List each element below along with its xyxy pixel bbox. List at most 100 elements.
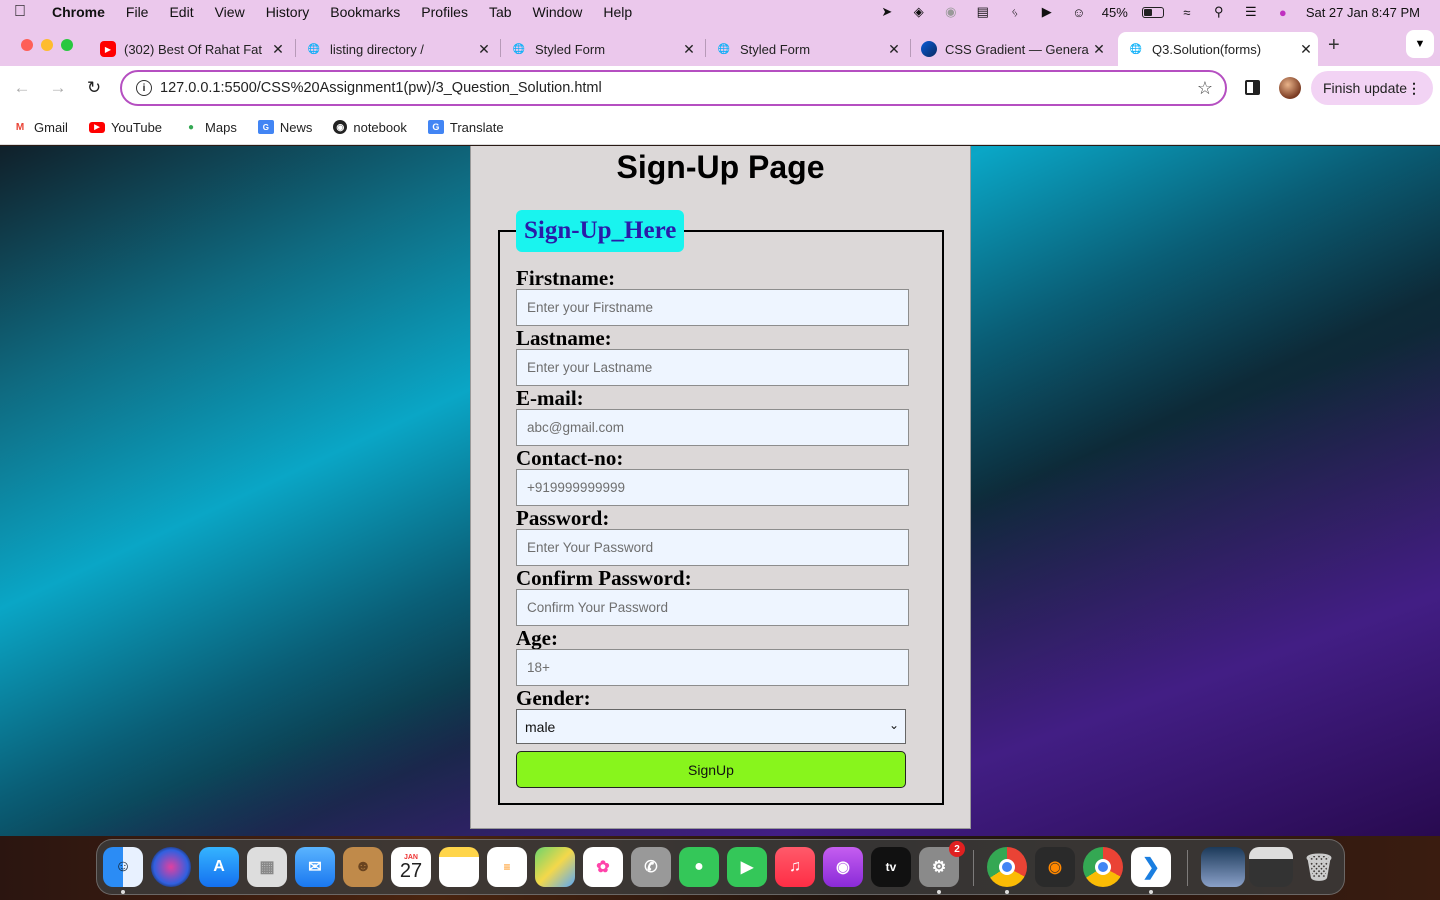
password-input[interactable] [516,529,909,566]
address-bar[interactable]: i 127.0.0.1:5500/CSS%20Assignment1(pw)/3… [120,70,1227,106]
messages-icon[interactable]: ● [679,847,719,887]
menu-help[interactable]: Help [603,4,632,20]
bluetooth-icon[interactable]: ᛃ [1006,5,1024,20]
blender-icon[interactable]: ◉ [1035,847,1075,887]
tab-listing-directory[interactable]: 🌐 listing directory / ✕ [296,32,496,66]
menu-profiles[interactable]: Profiles [421,4,468,20]
bookmark-gmail[interactable]: M Gmail [12,120,68,135]
music-icon[interactable]: ♫ [775,847,815,887]
zoom-window-button[interactable] [61,39,73,51]
siri-icon[interactable] [151,847,191,887]
bookmark-maps[interactable]: ● Maps [183,120,237,135]
close-window-button[interactable] [21,39,33,51]
contact-label: Contact-no: [516,446,624,470]
contact-input[interactable] [516,469,909,506]
back-arrow-icon[interactable]: ← [10,76,34,100]
tab-close-icon[interactable]: ✕ [681,41,697,58]
profile-avatar[interactable] [1279,77,1301,99]
tab-close-icon[interactable]: ✕ [1091,41,1107,58]
gender-selected-value: male [525,718,556,735]
dock-divider [1187,850,1188,886]
tab-title: (302) Best Of Rahat Fat [124,41,263,57]
tab-close-icon[interactable]: ✕ [476,41,492,58]
layers-icon[interactable]: ◈ [910,4,928,19]
confirm-password-input[interactable] [516,589,909,626]
minimized-window-thumbnail[interactable] [1249,847,1293,887]
bookmark-star-icon[interactable]: ☆ [1197,78,1213,99]
facetime-icon[interactable]: ▶ [727,847,767,887]
reload-icon[interactable]: ↻ [82,76,106,100]
caption-icon[interactable]: ▤ [974,4,992,19]
tab-styled-form-1[interactable]: 🌐 Styled Form ✕ [501,32,701,66]
forward-arrow-icon[interactable]: → [46,76,70,100]
maps-icon[interactable] [535,847,575,887]
tab-close-icon[interactable]: ✕ [270,41,286,58]
mail-icon[interactable]: ✉ [295,847,335,887]
tab-search-chevron-icon[interactable]: ▼ [1406,30,1434,58]
running-indicator [1005,890,1009,894]
battery-icon[interactable] [1141,6,1164,18]
notes-icon[interactable] [439,847,479,887]
menu-edit[interactable]: Edit [169,4,193,20]
control-center-icon[interactable]: ☰ [1242,4,1260,19]
globe-icon: 🌐 [307,43,321,55]
minimize-window-button[interactable] [41,39,53,51]
reminders-icon[interactable]: ≡ [487,847,527,887]
finish-update-button[interactable]: Finish update ⋮ [1311,71,1433,105]
menu-history[interactable]: History [266,4,310,20]
bookmark-notebook[interactable]: ◉ notebook [333,120,407,135]
tab-close-icon[interactable]: ✕ [1298,41,1314,58]
photos-icon[interactable]: ✿ [583,847,623,887]
firstname-input[interactable] [516,289,909,326]
fingerprint-icon[interactable]: ◉ [942,4,960,19]
menu-chrome[interactable]: Chrome [52,4,105,20]
rocket-icon[interactable]: ➤ [878,4,896,19]
bookmark-news[interactable]: G News [257,120,312,135]
menu-window[interactable]: Window [533,4,583,20]
tab-close-icon[interactable]: ✕ [886,41,902,58]
contacts-icon[interactable]: ☻ [343,847,383,887]
side-panel-icon[interactable] [1245,80,1260,95]
bookmark-youtube[interactable]: ▶ YouTube [88,120,162,135]
age-input[interactable] [516,649,909,686]
launchpad-icon[interactable]: ▦ [247,847,287,887]
podcasts-icon[interactable]: ◉ [823,847,863,887]
bookmark-translate[interactable]: G Translate [427,120,504,135]
tab-youtube[interactable]: ▶ (302) Best Of Rahat Fat ✕ [90,32,290,66]
app-store-icon[interactable]: A [199,847,239,887]
chrome-icon[interactable] [1083,847,1123,887]
chrome-icon[interactable] [987,847,1027,887]
tab-q3-solution[interactable]: 🌐 Q3.Solution(forms) ✕ [1118,32,1318,66]
apple-tv-icon[interactable]: tv [871,847,911,887]
user-circle-icon[interactable]: ☺ [1070,5,1088,20]
calendar-icon[interactable]: JAN 27 [391,847,431,887]
new-tab-button[interactable]: + [1328,34,1340,57]
url-text[interactable]: 127.0.0.1:5500/CSS%20Assignment1(pw)/3_Q… [160,80,602,96]
menu-file[interactable]: File [126,4,149,20]
apple-icon[interactable]:  [14,3,34,21]
menu-bookmarks[interactable]: Bookmarks [330,4,400,20]
minimized-window-thumbnail[interactable] [1201,847,1245,887]
menu-view[interactable]: View [215,4,245,20]
wifi-icon[interactable]: ≈ [1178,5,1196,20]
menubar-clock[interactable]: Sat 27 Jan 8:47 PM [1306,5,1420,20]
site-info-icon[interactable]: i [136,80,152,96]
gender-select[interactable]: male ⌄ [516,709,906,744]
signup-button[interactable]: SignUp [516,751,906,788]
finder-icon[interactable]: ☺ [103,847,143,887]
kebab-menu-icon[interactable]: ⋮ [1407,79,1421,97]
email-input[interactable] [516,409,909,446]
whatsapp-icon[interactable]: ✆ [631,847,671,887]
system-settings-icon[interactable]: ⚙ 2 [919,841,965,887]
spotlight-search-icon[interactable]: ⚲ [1210,4,1228,19]
vscode-icon[interactable]: ❯ [1131,847,1171,887]
siri-icon[interactable]: ● [1274,5,1292,20]
play-icon[interactable]: ▶ [1038,4,1056,19]
lastname-input[interactable] [516,349,909,386]
menu-tab[interactable]: Tab [489,4,512,20]
tab-title: Styled Form [535,41,606,57]
tab-styled-form-2[interactable]: 🌐 Styled Form ✕ [706,32,906,66]
trash-icon[interactable]: 🗑 [1299,847,1339,887]
tab-css-gradient[interactable]: CSS Gradient — Genera ✕ [911,32,1111,66]
fieldset-legend: Sign-Up_Here [516,210,685,252]
